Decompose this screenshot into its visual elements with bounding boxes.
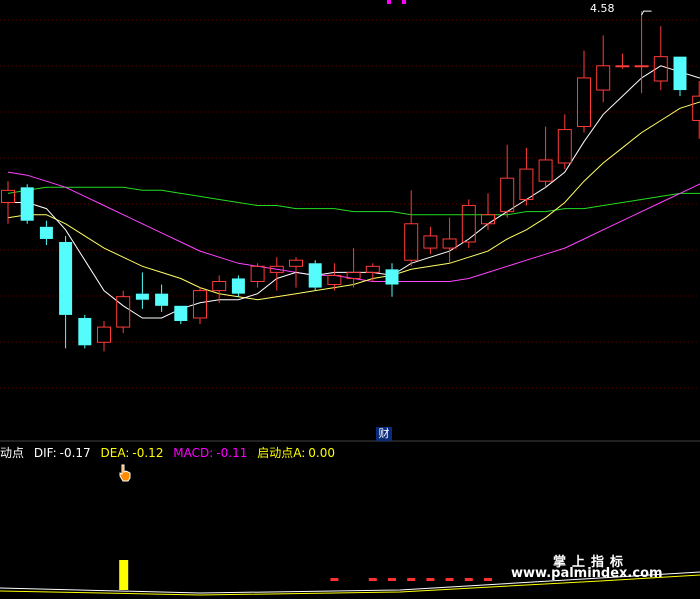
candle bbox=[615, 53, 630, 69]
candle-body bbox=[423, 235, 438, 249]
candle-body bbox=[519, 168, 534, 200]
candle-body bbox=[538, 159, 553, 182]
watermark-url: www.palmindex.com bbox=[511, 566, 663, 581]
candle bbox=[59, 235, 73, 349]
candle bbox=[155, 284, 169, 312]
candle bbox=[653, 26, 668, 91]
candle bbox=[116, 290, 131, 334]
candle bbox=[97, 321, 111, 352]
candle-body bbox=[39, 226, 53, 239]
candle-body bbox=[634, 65, 649, 68]
candle-body bbox=[385, 269, 399, 285]
price-grid bbox=[0, 19, 700, 442]
peak-price-label: 4.58 bbox=[590, 2, 615, 15]
candle bbox=[269, 257, 284, 291]
candle-body bbox=[116, 296, 131, 328]
candle bbox=[692, 80, 700, 139]
candle bbox=[289, 257, 303, 288]
legend-macd: MACD: -0.11 bbox=[173, 446, 251, 460]
legend-qdd: 启动点A: 0.00 bbox=[257, 446, 335, 460]
candle bbox=[673, 56, 687, 97]
finance-badge[interactable]: 财 bbox=[376, 427, 392, 441]
candle bbox=[135, 272, 149, 309]
candle bbox=[346, 248, 361, 288]
candle-body bbox=[327, 274, 342, 286]
candle-body bbox=[308, 263, 322, 288]
candle-body bbox=[596, 65, 611, 91]
legend-dif: DIF: -0.17 bbox=[34, 446, 95, 460]
candle-body bbox=[365, 265, 380, 273]
legend-qdd-value: 0.00 bbox=[308, 446, 335, 460]
legend-macd-label: MACD: bbox=[173, 446, 214, 460]
candle-body bbox=[78, 317, 92, 346]
candle bbox=[212, 275, 227, 303]
legend-dea: DEA: -0.12 bbox=[101, 446, 168, 460]
candle-body bbox=[20, 187, 34, 221]
candle bbox=[596, 35, 611, 103]
candle-body bbox=[500, 177, 515, 213]
candle-body bbox=[289, 259, 303, 267]
hand-cursor-icon bbox=[119, 464, 131, 482]
legend-dif-value: -0.17 bbox=[59, 446, 91, 460]
candle bbox=[20, 184, 34, 224]
candle bbox=[538, 126, 553, 188]
candles bbox=[1, 10, 700, 352]
qdd-signal-bar bbox=[119, 560, 129, 590]
candle bbox=[78, 314, 92, 349]
candle-body bbox=[155, 293, 169, 306]
ma60-line bbox=[7, 186, 700, 216]
legend-indicator-name: 动点 bbox=[0, 446, 25, 460]
candle-body bbox=[97, 326, 111, 343]
candle bbox=[423, 226, 438, 255]
candle bbox=[174, 305, 188, 325]
candle-body bbox=[577, 77, 591, 128]
candle-body bbox=[673, 56, 687, 91]
macd-hist-bar bbox=[368, 578, 377, 581]
macd-hist-bar bbox=[330, 578, 339, 581]
legend-dif-label: DIF: bbox=[33, 446, 57, 460]
candle bbox=[557, 114, 572, 170]
macd-hist-bar bbox=[407, 578, 416, 581]
candle bbox=[481, 193, 495, 230]
macd-hist-bar bbox=[464, 578, 473, 581]
candle-body bbox=[615, 65, 630, 68]
candle-body bbox=[212, 281, 227, 292]
candle-body bbox=[59, 242, 73, 315]
candle bbox=[577, 50, 591, 133]
candlestick-chart bbox=[0, 10, 700, 596]
candle bbox=[231, 275, 245, 297]
candle bbox=[461, 199, 476, 249]
peak-marker bbox=[641, 10, 652, 16]
macd-hist-bar bbox=[445, 578, 454, 581]
candle bbox=[442, 217, 457, 264]
macd-hist-bar bbox=[388, 578, 396, 581]
candle bbox=[634, 11, 649, 94]
candle bbox=[193, 287, 207, 325]
candle-body bbox=[231, 278, 245, 294]
macd-hist-bar bbox=[426, 578, 435, 581]
candle bbox=[365, 263, 380, 282]
candle bbox=[404, 190, 419, 267]
candle bbox=[500, 144, 515, 218]
candle-body bbox=[174, 305, 188, 321]
candle-body bbox=[442, 238, 457, 249]
indicator-legend: 动点 DIF: -0.17 DEA: -0.12 MACD: -0.11 启动点A: 0… bbox=[0, 444, 341, 461]
legend-dea-value: -0.12 bbox=[132, 446, 164, 460]
candle-body bbox=[404, 223, 419, 261]
macd-hist-bar bbox=[484, 578, 492, 581]
legend-dea-label: DEA: bbox=[100, 446, 130, 460]
candle-body bbox=[135, 293, 149, 300]
candle bbox=[39, 220, 53, 246]
candle bbox=[308, 260, 322, 291]
candle-body bbox=[481, 214, 495, 225]
candle-body bbox=[461, 205, 476, 243]
candle-body bbox=[692, 95, 700, 121]
legend-qdd-label: 启动点A: bbox=[257, 446, 306, 460]
magenta-marker-icon bbox=[387, 0, 406, 4]
candle-body bbox=[250, 265, 265, 282]
candle bbox=[385, 263, 399, 297]
legend-macd-value: -0.11 bbox=[216, 446, 248, 460]
